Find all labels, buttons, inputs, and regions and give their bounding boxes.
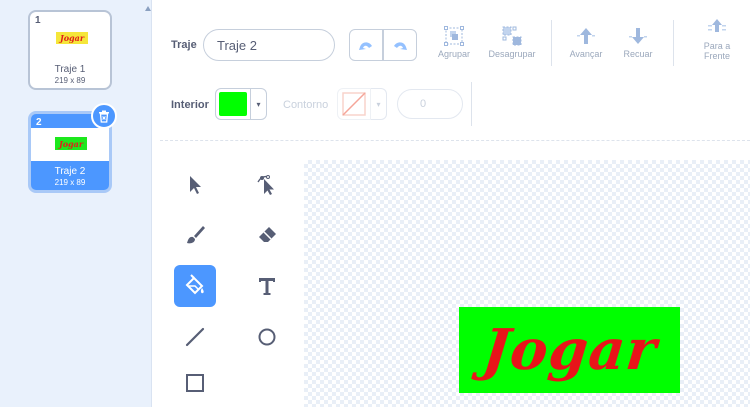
line-icon [185, 327, 205, 347]
backward-button[interactable]: Recuar [617, 25, 659, 59]
toolbar-divider [673, 20, 674, 66]
costume-item-1[interactable]: 1 Jogar Traje 1 219 x 89 [28, 10, 112, 90]
fill-dropdown-button[interactable]: ▾ [251, 88, 267, 120]
reshape-tool[interactable] [246, 164, 288, 206]
costume-name-label: Traje [171, 39, 197, 51]
paint-editor: 1 Jogar Traje 1 219 x 89 2 Jogar Traje 2… [0, 0, 750, 407]
front-label-line-1: Para a [703, 41, 731, 51]
toolbar-divider [551, 20, 552, 66]
thumbnail-text: Jogar [58, 138, 84, 149]
redo-button[interactable] [383, 29, 417, 61]
canvas-costume-graphic[interactable]: Jogar [459, 307, 680, 393]
toolbar-divider [471, 82, 472, 126]
backward-label: Recuar [623, 49, 653, 59]
costume-index: 1 [35, 15, 41, 26]
forward-button[interactable]: Avançar [565, 25, 607, 59]
brush-tool[interactable] [174, 214, 216, 256]
reshape-icon [257, 175, 274, 195]
undo-icon [359, 42, 372, 50]
costume-size: 219 x 89 [54, 76, 86, 85]
costume-size: 219 x 89 [54, 178, 86, 187]
outline-dropdown-button[interactable]: ▾ [371, 88, 387, 120]
toolbar-separator [160, 140, 750, 141]
delete-costume-button[interactable] [91, 103, 117, 129]
fill-tool[interactable] [174, 265, 216, 307]
circle-tool[interactable] [246, 316, 288, 358]
trash-icon [99, 110, 109, 123]
group-icon [444, 26, 464, 46]
thumbnail-text: Jogar [59, 33, 85, 43]
text-tool[interactable] [246, 265, 288, 307]
redo-icon [394, 42, 407, 50]
undo-button[interactable] [349, 29, 383, 61]
ungroup-button[interactable]: Desagrupar [484, 25, 540, 59]
chevron-down-icon: ▾ [256, 99, 261, 109]
brush-icon [187, 226, 205, 244]
outline-color-swatch[interactable] [337, 88, 371, 120]
costume-thumbnail: Jogar [55, 137, 87, 150]
select-tool[interactable] [174, 164, 216, 206]
fill-color-preview [219, 92, 247, 116]
group-button[interactable]: Agrupar [433, 25, 475, 59]
ungroup-icon [502, 26, 522, 46]
text-icon [259, 278, 275, 295]
scroll-up-arrow[interactable] [145, 6, 151, 14]
eraser-tool[interactable] [246, 214, 288, 256]
fill-color-swatch[interactable] [215, 88, 251, 120]
front-icon [708, 19, 726, 32]
fill-label: Interior [171, 99, 209, 111]
canvas-text[interactable]: Jogar [479, 317, 660, 383]
costume-index: 2 [36, 117, 42, 128]
forward-label: Avançar [569, 49, 603, 59]
rectangle-tool[interactable] [174, 362, 216, 404]
select-icon [190, 176, 201, 194]
costume-name-input[interactable] [203, 29, 335, 61]
costume-thumbnail-frame: Jogar [31, 128, 109, 161]
costume-list-scrollbar[interactable] [140, 0, 152, 407]
costume-thumbnail: Jogar [56, 32, 88, 44]
rectangle-icon [186, 374, 204, 392]
chevron-down-icon: ▾ [376, 99, 381, 109]
eraser-icon [259, 227, 276, 242]
backward-icon [629, 28, 647, 44]
costume-name: Traje 2 [54, 166, 86, 177]
outline-label: Contorno [283, 99, 329, 111]
group-label: Agrupar [437, 49, 471, 59]
line-tool[interactable] [174, 316, 216, 358]
ungroup-label: Desagrupar [488, 49, 536, 59]
outline-width-input[interactable] [397, 89, 463, 119]
front-label-line-2: Frente [703, 51, 730, 61]
fill-icon [185, 274, 204, 295]
circle-icon [258, 328, 276, 346]
costume-name: Traje 1 [54, 64, 86, 75]
forward-icon [577, 28, 595, 44]
front-button[interactable]: Para a Frente [694, 17, 740, 61]
no-color-icon [342, 92, 366, 116]
